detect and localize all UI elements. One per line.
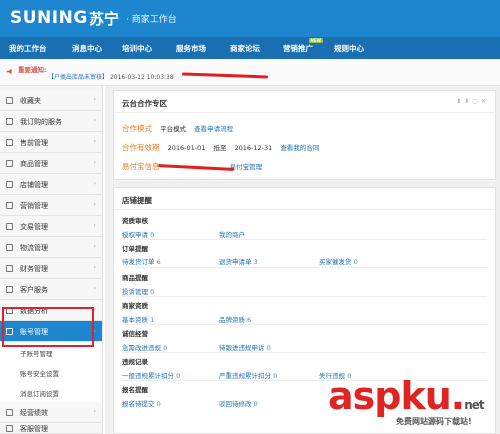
chevron-right-icon: ›: [93, 180, 96, 187]
stat-link[interactable]: 品牌资质 6: [219, 314, 251, 324]
chevron-right-icon: ›: [93, 222, 96, 229]
nav-message-center[interactable]: 消息中心: [72, 43, 102, 54]
cloud-cooperation-panel: 云台合作专区 ⬆⬇▢✕ 合作模式 平台模式 查看申请流程 合作有效期 2016-…: [113, 90, 496, 180]
view-apply-process-link[interactable]: 查看申请流程: [194, 125, 233, 133]
marketing-icon: [6, 202, 13, 209]
divider: [122, 239, 487, 240]
aspku-watermark: aspku.net: [328, 374, 485, 418]
star-icon: [6, 97, 13, 104]
stat-link[interactable]: 急需改进违规 0: [122, 342, 167, 352]
performance-icon: [6, 409, 13, 416]
sidebar-item-cs-management[interactable]: 客服管理: [0, 423, 102, 434]
notice-time: 2016-03-12 10:03:38: [109, 74, 174, 81]
payment-manage-link[interactable]: 易付宝管理: [230, 163, 263, 171]
suning-logo[interactable]: SUNING: [10, 8, 88, 28]
workbench-subtitle: · 商家工作台: [126, 15, 177, 25]
redaction-scribble: [181, 72, 269, 79]
product-icon: [6, 160, 13, 167]
chevron-right-icon: ›: [93, 138, 96, 145]
stat-link[interactable]: 授权申请 0: [122, 229, 154, 239]
panel-header: 云台合作专区 ⬆⬇▢✕: [114, 91, 495, 113]
cs-icon: [6, 425, 13, 432]
trade-icon: [6, 223, 13, 230]
divider: [122, 324, 487, 325]
truck-icon: [6, 244, 13, 251]
chevron-right-icon: ›: [93, 201, 96, 208]
view-contract-link[interactable]: 查看我的合同: [280, 144, 319, 152]
chevron-right-icon: ›: [93, 243, 96, 250]
panel-title: 店铺提醒: [122, 196, 152, 205]
panel-title: 云台合作专区: [122, 99, 167, 108]
stat-link[interactable]: 一般违规累计扣分 0: [122, 370, 180, 380]
stat-link[interactable]: 基本资质 1: [122, 314, 154, 324]
notice-link[interactable]: 【户类出库品未审核】: [48, 74, 108, 81]
nav-training-center[interactable]: 培训中心: [122, 43, 152, 54]
section-title: 商品提醒: [122, 274, 148, 282]
panel-header: 店铺提醒: [114, 188, 495, 210]
section-title: 资质审核: [122, 217, 148, 225]
finance-icon: [6, 265, 13, 272]
sidebar-item-trade[interactable]: 交易管理 ›: [0, 216, 102, 237]
stat-link[interactable]: 买家催发货 0: [319, 256, 358, 266]
chevron-right-icon: ›: [93, 408, 96, 415]
nav-service-market[interactable]: 服务市场: [176, 43, 206, 54]
watermark-subtitle: 免费网站源码下载站!: [396, 417, 472, 426]
sidebar-item-products[interactable]: 商品管理 ›: [0, 153, 102, 174]
chevron-right-icon: ›: [93, 117, 96, 124]
section-title: 商家资质: [122, 302, 148, 310]
stat-link[interactable]: 投诉管理 0: [122, 286, 154, 296]
stat-link[interactable]: 待发货订单 6: [122, 256, 161, 266]
presale-icon: [6, 139, 13, 146]
stat-link[interactable]: 我的商户: [219, 229, 245, 239]
sidebar-item-customer-service[interactable]: 客户服务 ›: [0, 279, 102, 300]
headset-icon: [6, 286, 13, 293]
nav-marketing[interactable]: 营销推广 NEW: [283, 38, 323, 54]
sidebar-item-store[interactable]: 店铺管理 ›: [0, 174, 102, 195]
divider: [122, 352, 487, 353]
nav-marketing-label: 营销推广: [283, 44, 313, 53]
sidebar-item-finance[interactable]: 财务管理 ›: [0, 258, 102, 279]
cooperation-period-row: 合作有效期 2016-01-01 抵至 2016-12-31 查看我的合同: [122, 143, 320, 152]
chevron-right-icon: ›: [93, 96, 96, 103]
sidebar: 收藏夹 › 我订购的服务 › 售前管理 › 商品管理 › 店铺管理 › 营销管理 › 交易管…: [0, 86, 103, 434]
top-nav: 我的工作台 消息中心 培训中心 服务市场 商家论坛 营销推广 NEW 规则中心: [0, 37, 500, 59]
new-badge: NEW: [308, 38, 323, 43]
chevron-right-icon: ›: [93, 159, 96, 166]
sidebar-item-performance[interactable]: 经营绩效 ›: [0, 402, 102, 423]
sidebar-subitem-account-security[interactable]: 账号安全设置: [0, 362, 102, 382]
notice-bar: 重要通知: 【户类出库品未审核】 2016-03-12 10:03:38: [0, 59, 500, 86]
chevron-right-icon: ›: [93, 285, 96, 292]
nav-merchant-forum[interactable]: 商家论坛: [230, 43, 260, 54]
divider: [122, 267, 487, 268]
sidebar-subitem-message-subscribe[interactable]: 消息订阅设置: [0, 382, 102, 402]
stat-link[interactable]: 报名待提交 0: [122, 398, 161, 408]
sidebar-item-my-services[interactable]: 我订购的服务 ›: [0, 111, 102, 132]
panel-tools-icon[interactable]: ⬆⬇▢✕: [456, 98, 489, 105]
nav-rules-center[interactable]: 规则中心: [334, 43, 364, 54]
sidebar-item-marketing[interactable]: 营销管理 ›: [0, 195, 102, 216]
stat-link[interactable]: 退货申请单 3: [219, 256, 258, 266]
sidebar-item-favorites[interactable]: 收藏夹 ›: [0, 90, 102, 111]
highlight-box: [2, 307, 94, 347]
section-title: 违规记录: [122, 358, 148, 366]
stat-link[interactable]: 待跟进违规申诉 0: [219, 342, 271, 352]
notice-label: 重要通知:: [18, 66, 47, 74]
nav-my-workbench[interactable]: 我的工作台: [9, 43, 47, 54]
stat-link[interactable]: 严重违规累计扣分 0: [219, 370, 277, 380]
section-title: 诚信经营: [122, 330, 148, 338]
suning-logo-cn: 苏宁: [89, 10, 120, 28]
megaphone-icon: [6, 68, 12, 75]
notice-item[interactable]: 【户类出库品未审核】 2016-03-12 10:03:38: [48, 72, 174, 81]
section-title: 报名提醒: [122, 386, 148, 394]
cooperation-mode-row: 合作模式 平台模式 查看申请流程: [122, 124, 234, 133]
divider: [122, 296, 487, 297]
sidebar-item-presale[interactable]: 售前管理 ›: [0, 132, 102, 153]
chevron-right-icon: ›: [93, 264, 96, 271]
store-icon: [6, 181, 13, 188]
section-title: 订单提醒: [122, 245, 148, 253]
sidebar-item-logistics[interactable]: 物流管理 ›: [0, 237, 102, 258]
brand-bar: SUNING 苏宁 · 商家工作台: [0, 0, 500, 37]
service-icon: [6, 118, 13, 125]
stat-link[interactable]: 驳回待修改 0: [219, 398, 258, 408]
